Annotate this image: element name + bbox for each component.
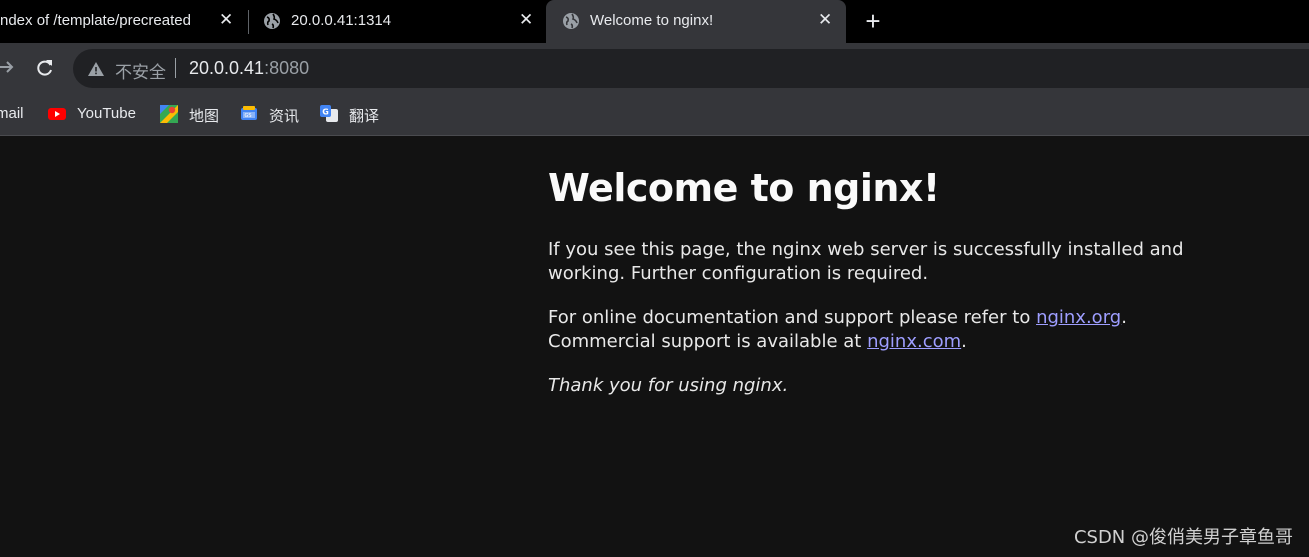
- thank-you-message: Thank you for using nginx.: [548, 375, 789, 396]
- period: .: [1121, 307, 1127, 328]
- tab-20-0-0-41-1314[interactable]: 20.0.0.41:1314 ✕: [249, 0, 545, 43]
- address-bar[interactable]: 不安全 20.0.0.41:8080: [73, 49, 1309, 88]
- not-secure-label[interactable]: 不安全: [115, 58, 166, 83]
- bookmark-label: mail: [0, 105, 24, 122]
- nginx-org-link[interactable]: nginx.org: [1036, 307, 1121, 328]
- tab-title: Welcome to nginx!: [590, 12, 714, 29]
- url-host: 20.0.0.41: [189, 58, 265, 78]
- forward-arrow-icon[interactable]: [0, 57, 16, 77]
- globe-icon: [563, 13, 579, 29]
- url-port: :8080: [264, 58, 310, 78]
- close-icon[interactable]: ✕: [219, 10, 233, 30]
- page-heading: Welcome to nginx!: [548, 166, 940, 210]
- reload-icon[interactable]: [35, 58, 55, 78]
- period: .: [961, 331, 967, 352]
- bookmark-label: 翻译: [349, 108, 380, 125]
- install-message: If you see this page, the nginx web serv…: [548, 239, 1184, 284]
- csdn-watermark: CSDN @俊俏美男子章鱼哥: [1073, 527, 1293, 548]
- tab-title: ndex of /template/precreated: [0, 12, 191, 29]
- new-tab-button[interactable]: +: [859, 7, 887, 35]
- translate-icon: G: [320, 105, 338, 122]
- tab-index-of-template[interactable]: ndex of /template/precreated ✕: [0, 0, 248, 43]
- svg-text:GS: GS: [245, 113, 252, 119]
- page-content: Welcome to nginx! If you see this page, …: [0, 136, 1309, 557]
- close-icon[interactable]: ✕: [519, 10, 533, 30]
- bookmark-label: 资讯: [269, 108, 300, 125]
- nginx-com-link[interactable]: nginx.com: [867, 331, 961, 352]
- bookmark-label: 地图: [189, 108, 220, 125]
- toolbar: 不安全 20.0.0.41:8080: [0, 43, 1309, 93]
- url-text[interactable]: 20.0.0.41:8080: [189, 58, 309, 79]
- tab-welcome-to-nginx[interactable]: Welcome to nginx! ✕: [546, 0, 846, 43]
- globe-icon: [264, 13, 280, 29]
- bookmarks-bar: mail YouTube 地图 GS 资讯 G 翻译: [0, 93, 1309, 136]
- maps-icon: [160, 105, 178, 123]
- tab-strip: ndex of /template/precreated ✕ 20.0.0.41…: [0, 0, 1309, 43]
- tab-title: 20.0.0.41:1314: [291, 12, 392, 29]
- svg-text:G: G: [322, 108, 329, 117]
- bookmark-label: YouTube: [77, 105, 136, 122]
- nginx-welcome: Welcome to nginx! If you see this page, …: [548, 166, 1208, 396]
- support-message: For online documentation and support ple…: [548, 306, 1127, 354]
- youtube-icon: [48, 108, 66, 120]
- close-icon[interactable]: ✕: [818, 10, 832, 30]
- url-separator: [175, 58, 176, 78]
- support-text: For online documentation and support ple…: [548, 307, 1037, 328]
- warning-icon[interactable]: [87, 60, 105, 78]
- news-icon: GS: [241, 106, 257, 120]
- commercial-text: Commercial support is available at: [548, 331, 868, 352]
